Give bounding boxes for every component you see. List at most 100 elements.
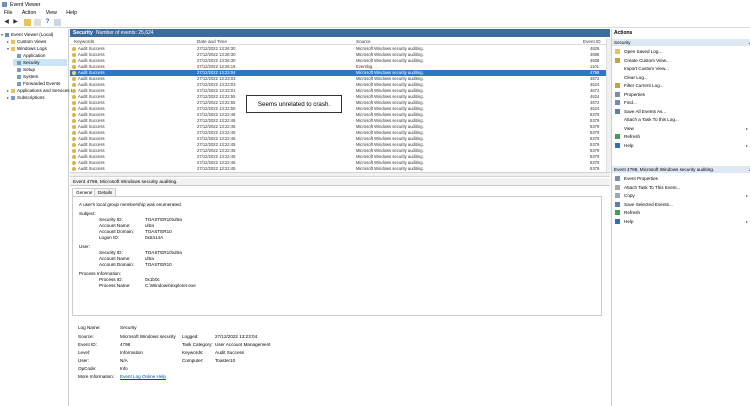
events-grid-header: Keywords Date and Time Source Event ID: [70, 38, 606, 45]
detail-label: Process Information:: [79, 271, 122, 276]
submenu-arrow-icon: ▸: [745, 193, 748, 198]
tree-item[interactable]: System: [13, 73, 67, 80]
prop-label: OpCode:: [78, 366, 97, 371]
action-item[interactable]: Save All Events As...: [624, 108, 666, 115]
action-item[interactable]: Help: [624, 142, 633, 149]
save-icon: [615, 108, 620, 114]
toolbar: ◀ ▶ ?: [0, 17, 750, 28]
column-keywords[interactable]: Keywords: [74, 39, 94, 44]
action-item[interactable]: Open Saved Log...: [624, 48, 662, 55]
prop-value: Audit Success: [215, 350, 245, 355]
submenu-arrow-icon: ▸: [745, 125, 748, 131]
blank-icon: [615, 126, 620, 131]
action-item[interactable]: Event Properties: [624, 175, 658, 182]
detail-label: Logon ID:: [99, 235, 119, 240]
refresh-icon: [615, 134, 620, 139]
detail-label: Account Domain:: [99, 262, 134, 267]
log-name: Security: [73, 30, 93, 36]
show-hide-action-pane-icon[interactable]: [54, 19, 61, 26]
action-item[interactable]: Attach Task To This Event...: [624, 184, 680, 191]
prop-value: Information: [120, 350, 143, 355]
refresh-icon: [615, 210, 620, 215]
event-log-online-help-link[interactable]: Event Log Online Help: [120, 374, 166, 379]
column-date[interactable]: Date and Time: [197, 39, 227, 44]
tree-item-label: Applications and Services Lo: [17, 88, 76, 93]
action-item[interactable]: Clear Log...: [624, 74, 648, 81]
prop-value: Security: [120, 325, 137, 330]
column-event-id[interactable]: Event ID: [583, 39, 601, 44]
action-item[interactable]: Attach a Task To this Log...: [624, 116, 679, 123]
tree-item-label: Security: [23, 60, 40, 65]
help-icon: [615, 142, 620, 148]
event-viewer-icon: [2, 2, 7, 7]
action-item[interactable]: Properties: [624, 91, 645, 98]
forward-icon[interactable]: ▶: [12, 19, 19, 26]
detail-tabs: General Details: [72, 188, 612, 197]
action-item[interactable]: Help: [624, 218, 633, 225]
tree-item[interactable]: ▸ Subscriptions: [7, 94, 67, 101]
prop-label: Level:: [78, 350, 91, 355]
help-icon: [615, 218, 620, 224]
tree-item[interactable]: ▾ Event Viewer (Local): [1, 31, 67, 38]
action-item[interactable]: Import Custom View...: [624, 65, 669, 72]
tree-item[interactable]: Application: [13, 52, 67, 59]
tree-item-label: Event Viewer (Local): [11, 32, 54, 37]
menu-action[interactable]: Action: [22, 9, 36, 17]
action-item[interactable]: Filter Current Log...: [624, 82, 664, 89]
prop-value: User Account Management: [215, 342, 271, 347]
computer-icon: [5, 32, 9, 37]
detail-value: TOASTER10: [145, 262, 172, 267]
detail-label: Security ID:: [99, 250, 123, 255]
copy-icon: [615, 193, 620, 198]
action-item[interactable]: Refresh: [624, 209, 640, 216]
menu-help[interactable]: Help: [66, 9, 77, 17]
menu-view[interactable]: View: [46, 9, 57, 17]
log-icon: [17, 67, 21, 72]
action-item[interactable]: Refresh: [624, 133, 640, 140]
tree-item-label: Application: [23, 53, 46, 58]
find-icon: [615, 100, 620, 105]
action-item[interactable]: Save Selected Events...: [624, 201, 673, 208]
key-icon: [72, 59, 76, 63]
help-icon[interactable]: ?: [44, 19, 51, 26]
key-icon: [72, 149, 76, 153]
tree-item-label: Custom Views: [17, 39, 47, 44]
console-tree-icon[interactable]: [34, 19, 41, 26]
action-item[interactable]: Copy: [624, 192, 635, 199]
event-properties: Log Name: Security Source: Microsoft Win…: [72, 322, 602, 384]
tree-item-label: Setup: [23, 67, 36, 72]
prop-label: Task Category:: [182, 342, 213, 347]
action-item[interactable]: Create Custom View...: [624, 57, 670, 64]
tree-item[interactable]: ▾ Windows Logs: [7, 45, 67, 52]
pane-splitter[interactable]: [70, 172, 610, 177]
action-item[interactable]: View: [624, 125, 634, 132]
detail-value: 0x1b0c: [145, 277, 160, 282]
prop-label: More Information:: [78, 374, 114, 379]
back-icon[interactable]: ◀: [3, 19, 10, 26]
key-icon: [72, 155, 76, 159]
open-folder-icon: [615, 49, 620, 54]
detail-label: Account Name:: [99, 223, 131, 228]
menu-file[interactable]: File: [4, 9, 12, 17]
actions-pane: Actions Security ▴ Open Saved Log... Create…: [611, 29, 750, 406]
prop-value: Microsoft Windows security: [120, 334, 176, 339]
tree-item[interactable]: ▸ Applications and Services Lo: [7, 87, 76, 94]
folder-icon[interactable]: [24, 19, 31, 26]
action-item[interactable]: Find...: [624, 99, 637, 106]
tree-item[interactable]: ▸ Custom Views: [7, 38, 67, 45]
tree-item-label: Windows Logs: [17, 46, 47, 51]
log-header: Security Number of events: 25,624: [70, 29, 610, 37]
key-icon: [72, 137, 76, 141]
key-icon: [72, 65, 76, 69]
tree-item-label: System: [23, 74, 39, 79]
key-icon: [72, 53, 76, 57]
column-source[interactable]: Source: [356, 39, 371, 44]
tree-item[interactable]: Setup: [13, 66, 67, 73]
key-icon: [72, 113, 76, 117]
key-icon: [72, 71, 76, 75]
folder-icon: [11, 46, 15, 51]
tree-item[interactable]: Security: [13, 59, 67, 66]
tree-item[interactable]: Forwarded Events: [13, 80, 67, 87]
filter-icon: [615, 83, 620, 88]
log-icon: [17, 60, 21, 65]
